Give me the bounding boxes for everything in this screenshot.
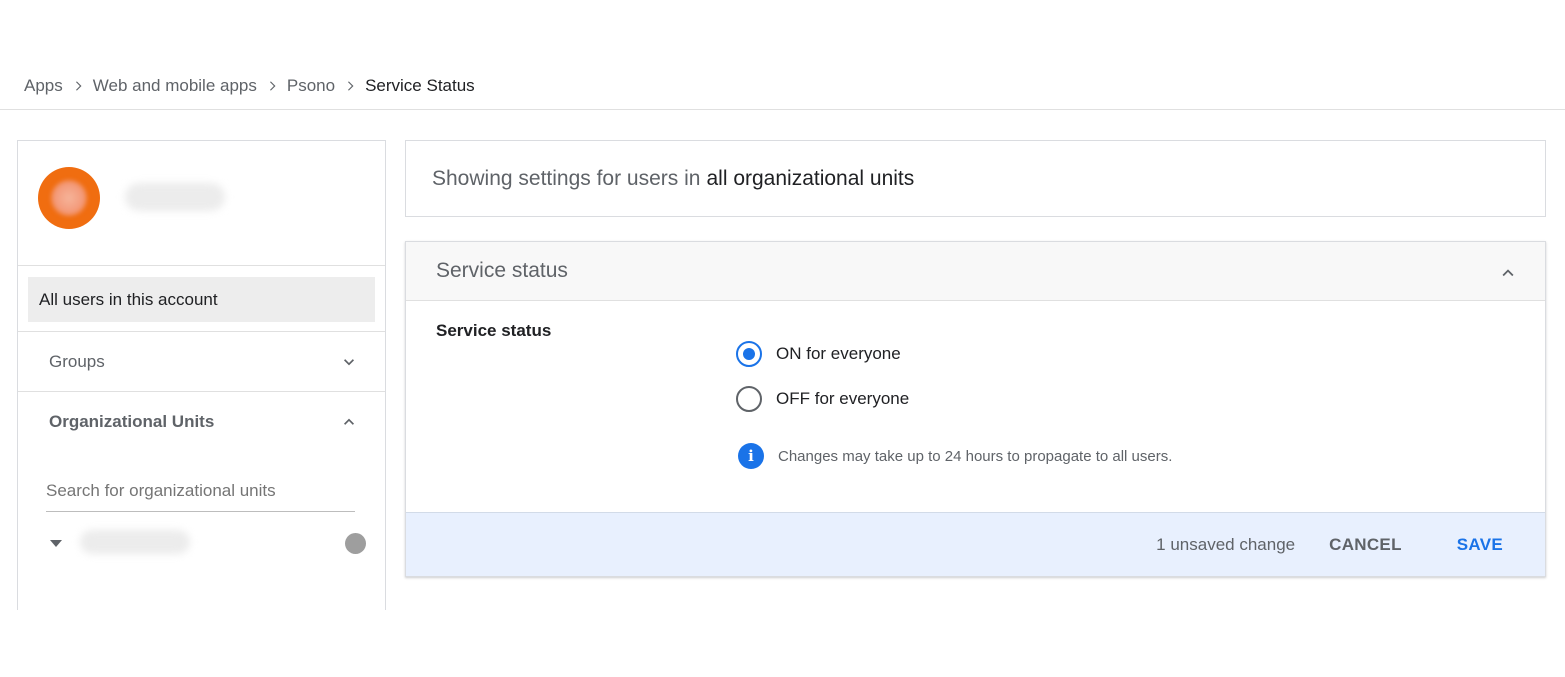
scope-target: all organizational units	[706, 166, 915, 190]
save-bar: 1 unsaved change CANCEL SAVE	[406, 512, 1545, 576]
groups-label: Groups	[49, 352, 105, 371]
radio-label: ON for everyone	[776, 344, 901, 363]
breadcrumb: Apps Web and mobile apps Psono Service S…	[24, 74, 475, 98]
chevron-up-icon[interactable]	[1497, 262, 1519, 284]
card-header[interactable]: Service status	[406, 242, 1545, 301]
divider	[18, 391, 385, 392]
all-users-item[interactable]: All users in this account	[28, 277, 375, 322]
status-dot-icon	[345, 533, 366, 554]
breadcrumb-service-status: Service Status	[365, 76, 475, 95]
service-status-card: Service status Service status ON for eve…	[405, 241, 1546, 577]
radio-label: OFF for everyone	[776, 389, 910, 408]
groups-section[interactable]: Groups	[18, 334, 385, 390]
org-units-label: Organizational Units	[49, 412, 215, 431]
chevron-up-icon	[344, 418, 354, 425]
chevron-right-icon	[257, 74, 287, 98]
account-name-redacted	[125, 183, 225, 211]
radio-on-for-everyone[interactable]: ON for everyone	[736, 339, 901, 369]
chevron-right-icon	[63, 74, 93, 98]
setting-label: Service status	[436, 321, 552, 340]
propagation-notice: i Changes may take up to 24 hours to pro…	[738, 443, 1172, 469]
card-title: Service status	[436, 259, 568, 282]
scope-prefix: Showing settings for users in	[432, 166, 701, 190]
org-unit-name-redacted	[80, 530, 190, 554]
save-button[interactable]: SAVE	[1457, 527, 1503, 563]
chevron-right-icon	[335, 74, 365, 98]
radio-off-for-everyone[interactable]: OFF for everyone	[736, 384, 909, 414]
scope-panel: All users in this account Groups Organiz…	[17, 140, 386, 610]
org-units-section[interactable]: Organizational Units	[18, 394, 385, 450]
org-unit-tree-item[interactable]	[18, 526, 385, 560]
info-text: Changes may take up to 24 hours to propa…	[778, 447, 1173, 465]
cancel-button[interactable]: CANCEL	[1329, 527, 1402, 563]
account-avatar	[38, 167, 100, 229]
radio-button-checked[interactable]	[736, 341, 762, 367]
breadcrumb-web-and-mobile-apps[interactable]: Web and mobile apps	[93, 76, 257, 96]
caret-down-icon[interactable]	[48, 537, 64, 549]
chevron-down-icon	[344, 359, 354, 366]
unsaved-changes-count: 1 unsaved change	[1156, 534, 1296, 554]
radio-button-unchecked[interactable]	[736, 386, 762, 412]
header-divider	[0, 109, 1565, 110]
org-units-search-input[interactable]	[46, 471, 355, 512]
breadcrumb-psono[interactable]: Psono	[287, 76, 335, 96]
scope-summary: Showing settings for users in all organi…	[405, 140, 1546, 217]
breadcrumb-apps[interactable]: Apps	[24, 76, 63, 96]
divider	[18, 331, 385, 332]
account-header	[18, 141, 385, 266]
info-icon: i	[738, 443, 764, 469]
